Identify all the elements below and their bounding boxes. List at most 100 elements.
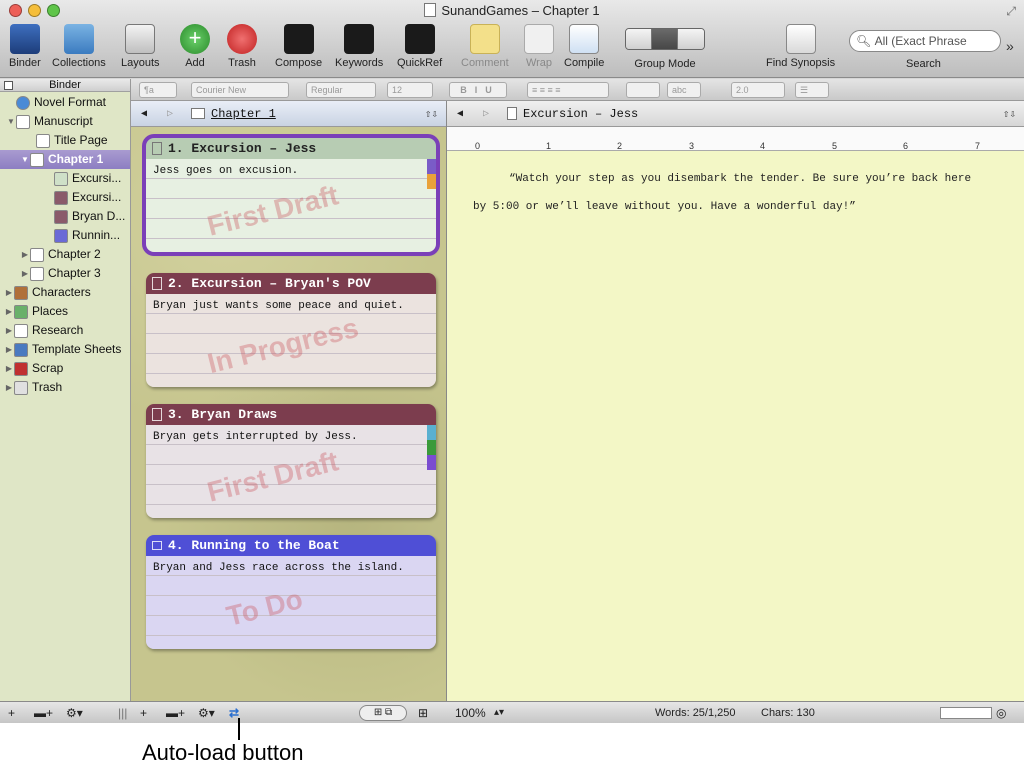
keywords-toolbar-button[interactable]: Keywords [335, 24, 383, 69]
collections-toolbar-button[interactable]: Collections [52, 24, 106, 69]
binder-item-chapter-1[interactable]: ▼ Chapter 1 [0, 150, 130, 169]
binder-icon [9, 24, 40, 54]
document-icon [152, 142, 162, 155]
zoom-select[interactable]: 100% [455, 704, 486, 722]
binder-add-folder-button[interactable]: ▬+ [34, 704, 53, 722]
alignment-buttons[interactable]: ≡ ≡ ≡ ≡ [527, 82, 609, 98]
corkboard-view-toggle[interactable]: ⊞ ⧉ [359, 705, 407, 721]
index-card-1[interactable]: 1. Excursion – Jess Jess goes on excusio… [142, 134, 440, 256]
text-color-select[interactable] [626, 82, 660, 98]
card-title[interactable]: 4. Running to the Boat [146, 535, 436, 556]
target-progress-bar [940, 707, 992, 719]
search-field[interactable]: 🔍︎ All (Exact Phrase [849, 30, 1001, 52]
binder-item-title-page[interactable]: Title Page [26, 131, 108, 150]
quickref-toolbar-button[interactable]: QuickRef [397, 24, 442, 69]
disclosure-closed-icon[interactable]: ▶ [4, 340, 14, 359]
list-style-select[interactable]: ☰ [795, 82, 829, 98]
binder-item-running[interactable]: Runnin... [44, 226, 120, 245]
disclosure-closed-icon[interactable]: ▶ [4, 302, 14, 321]
binder-toggle-icon[interactable] [4, 81, 13, 90]
disclosure-closed-icon[interactable]: ▶ [4, 321, 14, 340]
index-card-2[interactable]: 2. Excursion – Bryan's POV Bryan just wa… [146, 273, 436, 387]
layouts-toolbar-button[interactable]: Layouts [121, 24, 160, 69]
binder-item-trash[interactable]: ▶ Trash [4, 378, 62, 397]
binder-item-bryan-draws[interactable]: Bryan D... [44, 207, 125, 226]
forward-arrow-icon[interactable]: ▷ [479, 108, 493, 120]
ruler[interactable]: 0 1 2 3 4 5 6 7 [447, 127, 1024, 151]
group-mode-segmented[interactable] [625, 28, 705, 50]
highlight-color-select[interactable]: abc [667, 82, 701, 98]
navigate-up-down-icon[interactable]: ⇧⇩ [1003, 107, 1016, 121]
folder-icon [152, 541, 162, 550]
binder-item-places[interactable]: ▶ Places [4, 302, 68, 321]
trash-toolbar-button[interactable]: Trash [227, 24, 257, 69]
outline-mode-button[interactable] [678, 29, 704, 49]
corkboard-add-folder-button[interactable]: ▬+ [166, 704, 185, 722]
disclosure-closed-icon[interactable]: ▶ [4, 359, 14, 378]
fullscreen-icon[interactable]: ⤢ [1006, 4, 1016, 19]
card-title[interactable]: 2. Excursion – Bryan's POV [146, 273, 436, 294]
binder-item-excursion-2[interactable]: Excursi... [44, 188, 121, 207]
zoom-stepper-icon[interactable]: ▴▾ [494, 704, 504, 722]
corkboard-mode-button[interactable] [652, 29, 678, 49]
add-toolbar-button[interactable]: + Add [180, 24, 210, 69]
binder-toolbar-button[interactable]: Binder [9, 24, 41, 69]
disclosure-open-icon[interactable]: ▼ [20, 150, 30, 169]
binder-item-label: Characters [32, 285, 91, 299]
disclosure-closed-icon[interactable]: ▶ [4, 378, 14, 397]
compile-toolbar-button[interactable]: Compile [564, 24, 604, 69]
corkboard-header-title[interactable]: Chapter 1 [211, 107, 276, 121]
comment-toolbar-button[interactable]: Comment [461, 24, 509, 69]
line-spacing-select[interactable]: 2.0 [731, 82, 785, 98]
forward-arrow-icon[interactable]: ▷ [163, 108, 177, 120]
font-weight-select[interactable]: Regular [306, 82, 376, 98]
binder-add-button[interactable]: + [8, 704, 15, 722]
disclosure-open-icon[interactable]: ▼ [6, 112, 16, 131]
disclosure-closed-icon[interactable]: ▶ [20, 245, 30, 264]
font-size-select[interactable]: 12 [387, 82, 433, 98]
index-card-4[interactable]: 4. Running to the Boat Bryan and Jess ra… [146, 535, 436, 649]
target-icon[interactable]: ◎ [996, 704, 1006, 722]
freeform-toggle-icon[interactable]: ⊞ [418, 704, 428, 722]
binder-item-manuscript[interactable]: ▼ Manuscript [6, 112, 93, 131]
binder-item-chapter-2[interactable]: ▶ Chapter 2 [20, 245, 101, 264]
corkboard-settings-button[interactable]: ⚙▾ [198, 704, 215, 722]
disclosure-closed-icon[interactable]: ▶ [4, 283, 14, 302]
binder-item-scrap[interactable]: ▶ Scrap [4, 359, 63, 378]
back-arrow-icon[interactable]: ◀ [453, 108, 467, 120]
binder-item-template-sheets[interactable]: ▶ Template Sheets [4, 340, 121, 359]
toolbar-overflow-icon[interactable]: » [1006, 38, 1014, 54]
card-body[interactable]: Bryan and Jess race across the island. To… [146, 556, 436, 649]
disclosure-closed-icon[interactable]: ▶ [20, 264, 30, 283]
card-title[interactable]: 1. Excursion – Jess [146, 138, 436, 159]
paragraph-style-select[interactable]: ¶a [139, 82, 177, 98]
binder-item-excursion-1[interactable]: Excursi... [44, 169, 121, 188]
card-body[interactable]: Jess goes on excusion. First Draft [146, 159, 436, 252]
binder-item-novel-format[interactable]: Novel Format [6, 93, 106, 112]
binder-settings-button[interactable]: ⚙▾ [66, 704, 83, 722]
scrivenings-mode-button[interactable] [626, 29, 652, 49]
card-body[interactable]: Bryan gets interrupted by Jess. First Dra… [146, 425, 436, 518]
card-body[interactable]: Bryan just wants some peace and quiet. In… [146, 294, 436, 387]
search-input[interactable]: All (Exact Phrase [875, 34, 967, 48]
binder-item-characters[interactable]: ▶ Characters [4, 283, 91, 302]
binder-item-label: Places [32, 304, 69, 318]
find-synopsis-toolbar-button[interactable]: Find Synopsis [766, 24, 835, 69]
binder-item-chapter-3[interactable]: ▶ Chapter 3 [20, 264, 101, 283]
back-arrow-icon[interactable]: ◀ [137, 108, 151, 120]
binder-item-research[interactable]: ▶ Research [4, 321, 83, 340]
card-title[interactable]: 3. Bryan Draws [146, 404, 436, 425]
navigate-up-down-icon[interactable]: ⇧⇩ [425, 107, 438, 121]
bold-italic-underline-buttons[interactable]: BIU [449, 82, 507, 98]
compose-toolbar-button[interactable]: Compose [275, 24, 322, 69]
characters-icon [14, 285, 28, 300]
index-card-3[interactable]: 3. Bryan Draws Bryan gets interrupted by… [146, 404, 436, 518]
wrap-toolbar-button[interactable]: Wrap [524, 24, 554, 69]
font-family-select[interactable]: Courier New [191, 82, 289, 98]
binder-item-label: Template Sheets [32, 342, 122, 356]
search-icon: 🔍︎ [856, 34, 875, 48]
editor-text[interactable]: “Watch your step as you disembark the te… [447, 151, 987, 221]
corkboard-add-button[interactable]: + [140, 704, 147, 722]
splitter-handle[interactable]: ||| [118, 704, 127, 722]
group-mode-control[interactable]: Group Mode [625, 24, 705, 70]
